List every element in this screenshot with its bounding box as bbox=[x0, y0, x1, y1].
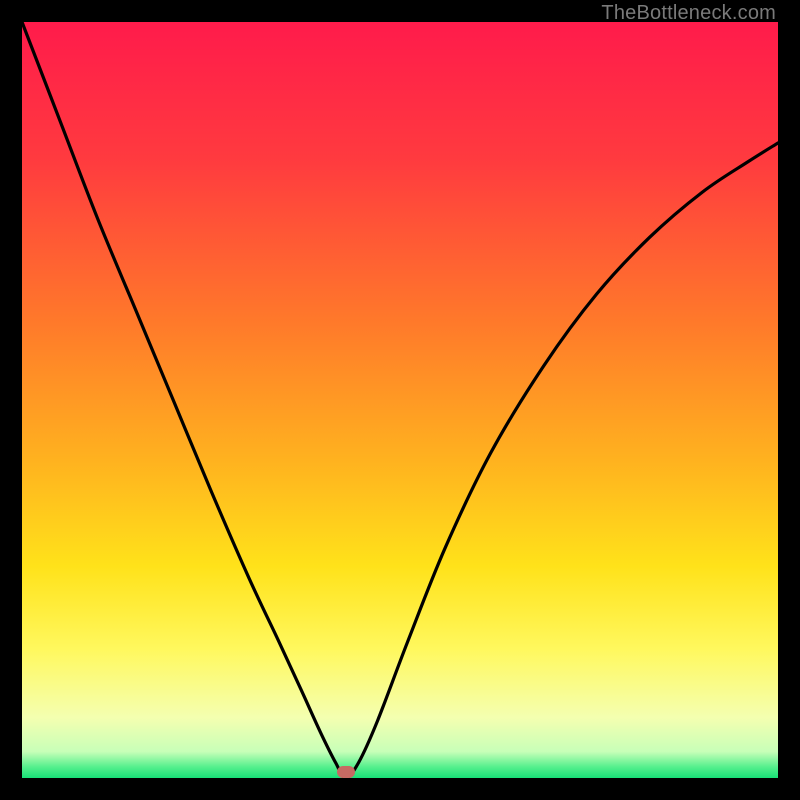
optimum-marker bbox=[337, 766, 355, 778]
plot-area bbox=[22, 22, 778, 778]
bottleneck-curve bbox=[22, 22, 778, 778]
chart-frame: TheBottleneck.com bbox=[0, 0, 800, 800]
watermark-text: TheBottleneck.com bbox=[601, 2, 776, 25]
